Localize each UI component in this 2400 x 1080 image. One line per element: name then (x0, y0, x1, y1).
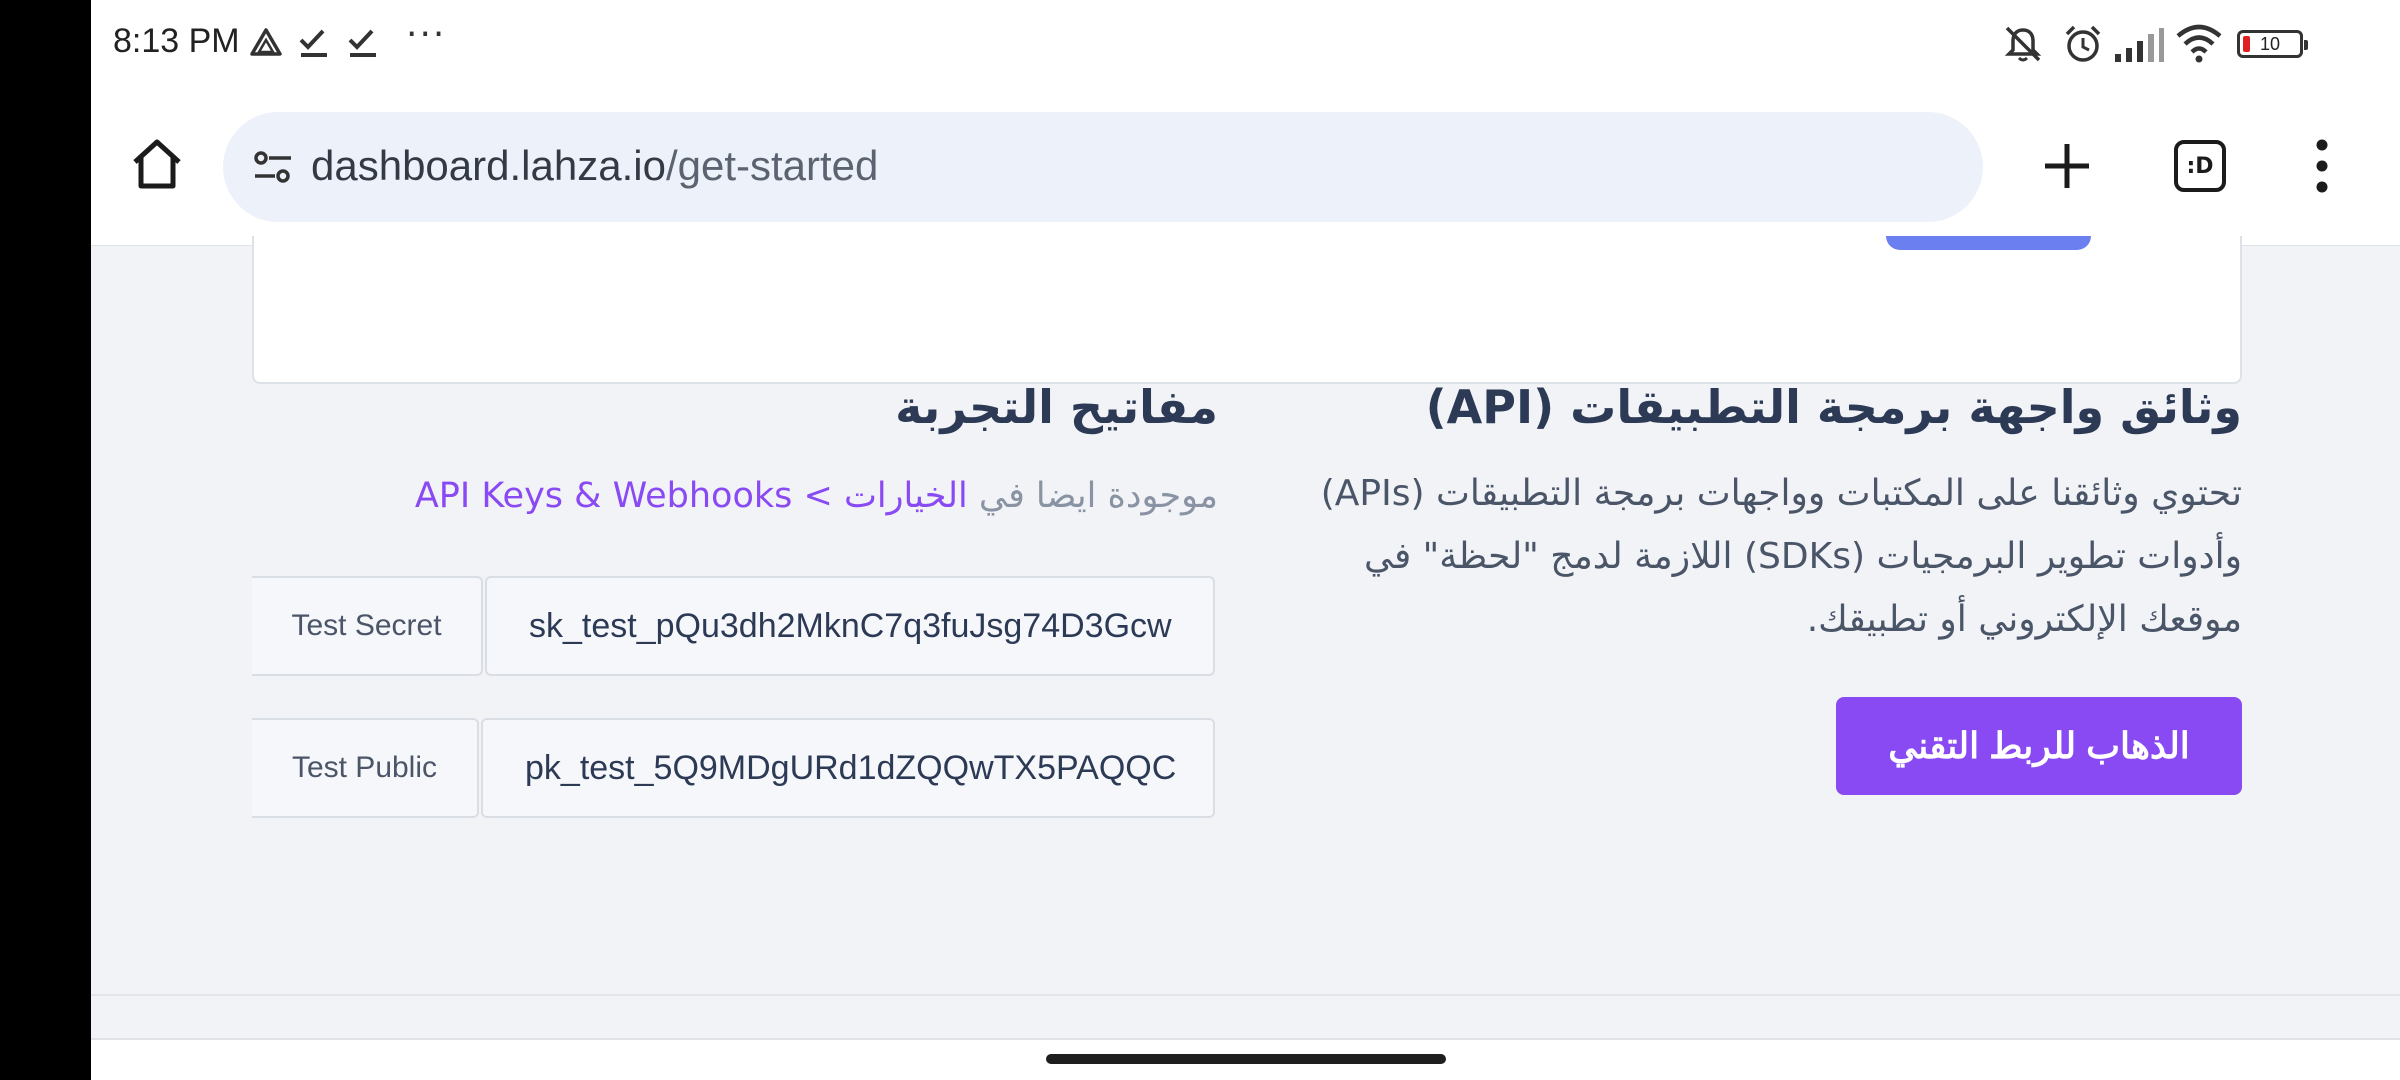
status-bar: 8:13 PM ··· 10 (91, 0, 2400, 90)
battery-percent: 10 (2259, 33, 2281, 54)
go-to-integration-button[interactable]: الذهاب للربط التقني (1836, 697, 2242, 795)
home-icon[interactable] (127, 134, 187, 194)
test-public-key-row: Test Public pk_test_5Q9MDgURd1dZQQwTX5PA… (252, 718, 1215, 818)
test-public-key-field[interactable]: pk_test_5Q9MDgURd1dZQQwTX5PAQQC (481, 718, 1215, 818)
api-docs-description-line: موقعك الإلكتروني أو تطبيقك. (1806, 599, 2242, 640)
new-tab-plus-icon[interactable] (2041, 140, 2093, 192)
more-notifications-icon: ··· (406, 14, 447, 55)
test-secret-label: Test Secret (252, 576, 483, 676)
mute-vibrate-icon (2004, 26, 2042, 62)
test-keys-note: موجودة ايضا في الخيارات > API Keys & Web… (415, 476, 1218, 516)
url-text[interactable]: dashboard.lahza.io/get-started (311, 142, 878, 190)
site-settings-icon[interactable] (249, 144, 297, 192)
browser-toolbar: dashboard.lahza.io/get-started :D (91, 90, 2400, 246)
device-screen: 8:13 PM ··· 10 dashboard.lahza.io/get-st… (91, 0, 2400, 1080)
test-keys-title: مفاتيح التجربة (895, 380, 1218, 434)
previous-section-button[interactable] (1886, 236, 2091, 250)
drive-icon (250, 28, 282, 56)
signal-icon (2115, 28, 2164, 62)
battery-level (2243, 36, 2250, 52)
url-host: dashboard.lahza.io (311, 142, 666, 189)
battery-icon: 10 (2237, 30, 2308, 58)
settings-api-keys-link[interactable]: الخيارات > API Keys & Webhooks (415, 476, 968, 516)
more-menu-icon[interactable] (2309, 138, 2335, 194)
status-time: 8:13 PM (113, 22, 240, 60)
alarm-icon (2065, 25, 2101, 62)
test-secret-key-field[interactable]: sk_test_pQu3dh2MknC7q3fuJsg74D3Gcw (485, 576, 1215, 676)
api-docs-description-line: تحتوي وثائقنا على المكتبات وواجهات برمجة… (1320, 473, 2242, 514)
test-secret-key-row: Test Secret sk_test_pQu3dh2MknC7q3fuJsg7… (252, 576, 1215, 676)
wifi-icon (2176, 24, 2222, 63)
previous-section-card (252, 236, 2242, 384)
api-docs-description: تحتوي وثائقنا على المكتبات وواجهات برمجة… (1282, 462, 2242, 651)
tab-switcher-label: :D (2186, 153, 2214, 179)
gesture-home-indicator[interactable] (1046, 1054, 1446, 1064)
api-docs-title: وثائق واجهة برمجة التطبيقات (API) (1425, 380, 2242, 434)
test-public-label: Test Public (252, 718, 479, 818)
task-done-icon-2 (348, 29, 376, 57)
test-keys-note-prefix: موجودة ايضا في (967, 476, 1218, 516)
task-done-icon (299, 29, 327, 57)
section-divider (91, 994, 2400, 996)
url-path: /get-started (665, 142, 879, 189)
tab-switcher-button[interactable]: :D (2174, 140, 2226, 192)
api-docs-description-line: وأدوات تطوير البرمجيات (SDKs) اللازمة لد… (1364, 536, 2242, 577)
address-bar[interactable]: dashboard.lahza.io/get-started (223, 112, 1983, 222)
battery-tip (2304, 40, 2308, 50)
